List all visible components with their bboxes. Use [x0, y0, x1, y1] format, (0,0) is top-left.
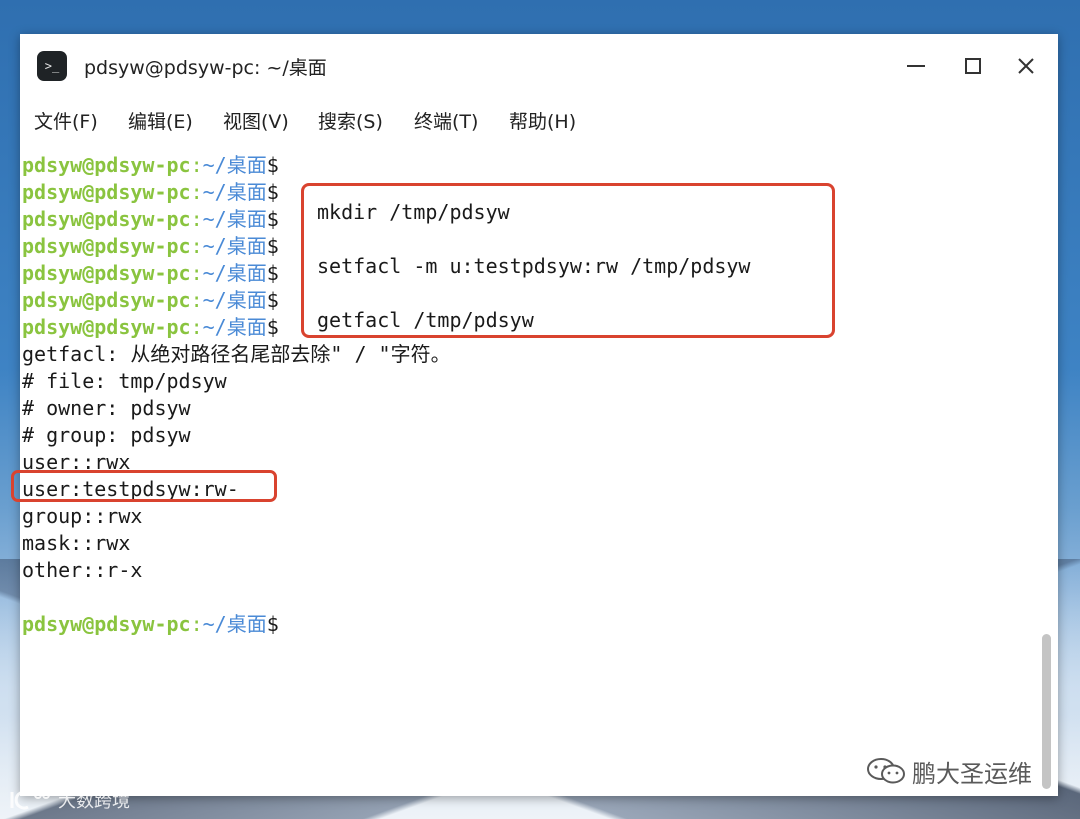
menu-view[interactable]: 视图(V) — [223, 107, 289, 134]
output-line: getfacl: 从绝对路径名尾部去除" / "字符。 — [22, 342, 451, 366]
callout-command: mkdir /tmp/pdsyw — [317, 200, 510, 224]
close-icon — [1018, 58, 1034, 74]
maximize-icon — [965, 58, 981, 74]
brand-logo-icon — [10, 790, 50, 810]
highlight-box — [11, 470, 277, 502]
prompt-line: pdsyw@pdsyw-pc:~/桌面$ — [22, 153, 279, 177]
prompt-line: pdsyw@pdsyw-pc:~/桌面$ — [22, 315, 279, 339]
terminal-window: >_ pdsyw@pdsyw-pc: ~/桌面 文件(F) 编辑(E) 视图(V… — [11, 34, 1058, 796]
output-line: # file: tmp/pdsyw — [22, 369, 227, 393]
window-title: pdsyw@pdsyw-pc: ~/桌面 — [84, 57, 327, 79]
menu-search[interactable]: 搜索(S) — [318, 107, 383, 134]
prompt-line: pdsyw@pdsyw-pc:~/桌面$ — [22, 180, 279, 204]
watermark-left: 大数跨境 — [8, 785, 130, 815]
callout-command: getfacl /tmp/pdsyw — [317, 308, 534, 332]
prompt-line: pdsyw@pdsyw-pc:~/桌面$ — [22, 288, 279, 312]
menu-edit[interactable]: 编辑(E) — [128, 107, 193, 134]
terminal-app-icon: >_ — [37, 51, 67, 81]
command-callout: mkdir /tmp/pdsyw setfacl -m u:testpdsyw:… — [301, 183, 835, 338]
menu-help[interactable]: 帮助(H) — [509, 107, 576, 134]
callout-command: setfacl -m u:testpdsyw:rw /tmp/pdsyw — [317, 254, 751, 278]
current-prompt: pdsyw@pdsyw-pc:~/桌面$ — [22, 612, 279, 636]
menu-bar: 文件(F) 编辑(E) 视图(V) 搜索(S) 终端(T) 帮助(H) — [20, 98, 1058, 142]
wechat-icon — [867, 758, 905, 784]
watermark-right: 鹏大圣运维 — [866, 754, 1032, 788]
output-line: mask::rwx — [22, 531, 131, 555]
scrollbar-thumb[interactable] — [1042, 634, 1051, 789]
minimize-button[interactable] — [900, 50, 932, 82]
output-line: group::rwx — [22, 504, 143, 528]
output-line: # owner: pdsyw — [22, 396, 191, 420]
prompt-line: pdsyw@pdsyw-pc:~/桌面$ — [22, 261, 279, 285]
output-line: other::r-x — [22, 558, 143, 582]
minimize-icon — [907, 65, 925, 67]
watermark-left-text: 大数跨境 — [58, 791, 130, 812]
output-line: # group: pdsyw — [22, 423, 191, 447]
menu-file[interactable]: 文件(F) — [34, 107, 98, 134]
watermark-right-text: 鹏大圣运维 — [912, 759, 1032, 788]
menu-terminal[interactable]: 终端(T) — [414, 107, 478, 134]
prompt-line: pdsyw@pdsyw-pc:~/桌面$ — [22, 234, 279, 258]
title-bar[interactable]: >_ pdsyw@pdsyw-pc: ~/桌面 — [20, 34, 1058, 98]
close-button[interactable] — [1010, 50, 1042, 82]
maximize-button[interactable] — [957, 50, 989, 82]
prompt-line: pdsyw@pdsyw-pc:~/桌面$ — [22, 207, 279, 231]
